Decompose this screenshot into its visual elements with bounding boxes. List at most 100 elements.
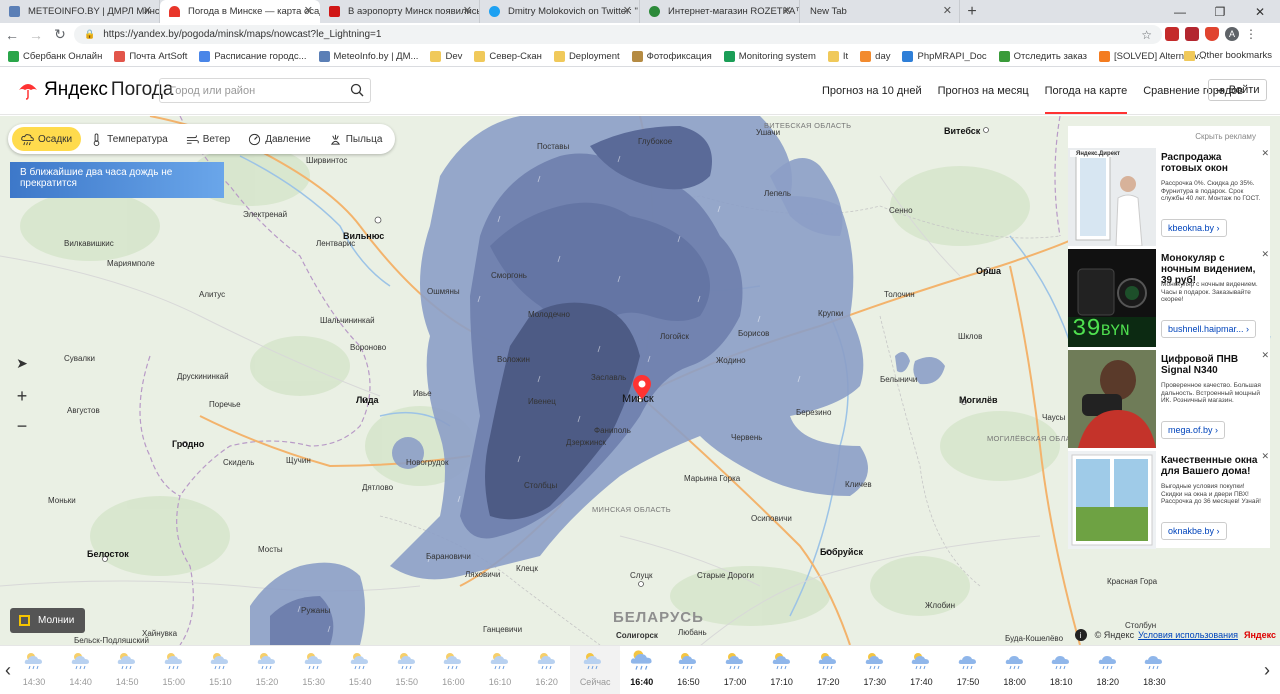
minimize-icon[interactable]: — [1160, 0, 1200, 23]
layer-temperature[interactable]: Температура [81, 127, 177, 151]
ad-link[interactable]: kbeokna.by › [1161, 219, 1227, 237]
timeline-step[interactable]: 17:00 [712, 646, 758, 694]
timeline-step[interactable]: 14:50 [104, 646, 150, 694]
timeline-step[interactable]: 18:20 [1085, 646, 1131, 694]
close-tab-icon[interactable]: ✕ [143, 4, 152, 17]
timeline-step[interactable]: 17:40 [898, 646, 944, 694]
ad-link[interactable]: oknakbe.by › [1161, 522, 1227, 540]
close-tab-icon[interactable]: ✕ [463, 4, 472, 17]
timeline-step[interactable]: 15:30 [291, 646, 337, 694]
bookmark-item[interactable]: Почта ArtSoft [114, 50, 187, 62]
shield-icon[interactable] [1205, 27, 1219, 41]
location-pin-icon[interactable] [633, 375, 651, 399]
timeline-step-now[interactable]: Сейчас [570, 646, 621, 694]
map-label: Березино [796, 408, 832, 417]
ad-link[interactable]: mega.of.by › [1161, 421, 1226, 439]
close-icon[interactable]: ✕ [1261, 451, 1269, 462]
timeline-next-arrow-icon[interactable]: › [1264, 660, 1270, 681]
nav-weather-map[interactable]: Погода на карте [1044, 85, 1127, 114]
lightning-toggle[interactable]: Молнии [10, 608, 85, 633]
bookmark-item[interactable]: Отследить заказ [998, 50, 1087, 62]
forward-arrow-icon[interactable]: → [24, 27, 48, 43]
bookmark-item[interactable]: Deployment [553, 50, 620, 62]
close-tab-icon[interactable]: ✕ [783, 4, 792, 17]
layer-pressure[interactable]: Давление [239, 127, 319, 151]
menu-kebab-icon[interactable]: ⋮ [1245, 27, 1257, 41]
info-icon[interactable]: i [1074, 629, 1087, 641]
timeline-step[interactable]: 14:30 [11, 646, 57, 694]
timeline-step[interactable]: 15:40 [337, 646, 383, 694]
extension-icon[interactable] [1185, 27, 1199, 41]
close-icon[interactable]: ✕ [1261, 148, 1269, 159]
timeline-step[interactable]: 17:50 [945, 646, 991, 694]
profile-avatar[interactable]: A [1225, 27, 1239, 41]
ad-item[interactable]: 39BYN Монокуляр с ночным видением, 39 ру… [1068, 249, 1270, 347]
timeline-step[interactable]: 18:00 [992, 646, 1038, 694]
timeline-step[interactable]: 17:10 [759, 646, 805, 694]
layer-pollen[interactable]: Пыльца [320, 127, 392, 151]
timeline-step[interactable]: 15:00 [151, 646, 197, 694]
bookmark-item[interactable]: day [860, 50, 890, 62]
ad-item[interactable]: Качественные окна для Вашего дома! Выгод… [1068, 451, 1270, 549]
hide-ads-link[interactable]: Скрыть рекламу [1195, 132, 1256, 141]
close-tab-icon[interactable]: ✕ [304, 4, 313, 17]
timeline-step-selected[interactable]: 16:40 [619, 646, 665, 694]
map-label: Вороново [350, 343, 387, 352]
timeline-step[interactable]: 16:00 [430, 646, 476, 694]
bookmark-item[interactable]: It [827, 50, 848, 62]
extension-icon[interactable] [1165, 27, 1179, 41]
login-button[interactable]: ⇥ Войти [1208, 79, 1267, 101]
browser-tab[interactable]: New Tab ✕ [800, 0, 960, 23]
layer-precipitation[interactable]: Осадки [12, 127, 82, 151]
timeline-step[interactable]: 16:50 [665, 646, 711, 694]
timeline-step[interactable]: 16:10 [477, 646, 523, 694]
bookmark-item[interactable]: Monitoring system [723, 50, 816, 62]
close-tab-icon[interactable]: ✕ [623, 4, 632, 17]
bookmark-item[interactable]: PhpMRAPI_Doc [902, 50, 987, 62]
ad-item[interactable]: Цифровой ПНВ Signal N340 Проверенное кач… [1068, 350, 1270, 448]
ad-link[interactable]: bushnell.haipmar... › [1161, 320, 1257, 338]
bookmark-item[interactable]: Dev [430, 50, 462, 62]
timeline-step[interactable]: 14:40 [58, 646, 104, 694]
close-window-icon[interactable]: ✕ [1240, 0, 1280, 23]
terms-link[interactable]: Условия использования [1138, 630, 1238, 640]
address-bar[interactable]: 🔒 https://yandex.by/pogoda/minsk/maps/no… [74, 25, 1162, 44]
timeline-step[interactable]: 15:10 [197, 646, 243, 694]
timeline-step[interactable]: 15:20 [244, 646, 290, 694]
browser-tab[interactable]: Интернет-магазин ROZETKA™: с✕ [640, 0, 800, 23]
new-tab-button[interactable]: + [960, 0, 984, 23]
zoom-in-button[interactable]: + [8, 382, 36, 410]
layer-wind[interactable]: Ветер [177, 127, 240, 151]
bookmark-item[interactable]: Сбербанк Онлайн [8, 50, 102, 62]
bookmark-item[interactable]: Расписание городс... [199, 50, 307, 62]
search-input[interactable]: Город или район [159, 78, 371, 103]
timeline-step[interactable]: 17:20 [805, 646, 851, 694]
close-icon[interactable]: ✕ [1261, 350, 1269, 361]
reload-icon[interactable]: ↻ [48, 26, 72, 43]
browser-tab[interactable]: METEOINFO.BY | ДМРЛ Минск-2 ✕ [0, 0, 160, 23]
timeline-step[interactable]: 18:10 [1038, 646, 1084, 694]
other-bookmarks-folder[interactable]: Other bookmarks [1184, 50, 1272, 61]
geolocate-button[interactable]: ➤ [8, 349, 36, 377]
browser-tab-active[interactable]: Погода в Минске — карта осадков✕ [160, 0, 320, 23]
nav-forecast-10-days[interactable]: Прогноз на 10 дней [822, 85, 922, 97]
bookmark-item[interactable]: Север-Скан [474, 50, 542, 62]
zoom-out-button[interactable]: − [8, 412, 36, 440]
timeline-step[interactable]: 18:30 [1131, 646, 1177, 694]
bookmark-star-icon[interactable]: ☆ [1141, 28, 1152, 42]
close-icon[interactable]: ✕ [1261, 249, 1269, 260]
browser-tab[interactable]: В аэропорту Минск появились ✕ [320, 0, 480, 23]
close-tab-icon[interactable]: ✕ [943, 4, 952, 17]
timeline-step[interactable]: 16:20 [524, 646, 570, 694]
timeline-step[interactable]: 17:30 [852, 646, 898, 694]
ad-item[interactable]: Яндекс.Директ Распродажа готовых окон Ра… [1068, 148, 1270, 246]
logo[interactable]: Яндекс Погода [18, 79, 173, 101]
browser-tab[interactable]: Dmitry Molokovich on Twitter: " ✕ [480, 0, 640, 23]
bookmark-item[interactable]: Фотофиксация [631, 50, 712, 62]
nav-forecast-month[interactable]: Прогноз на месяц [938, 85, 1029, 97]
search-icon[interactable] [350, 83, 364, 97]
maximize-icon[interactable]: ❐ [1200, 0, 1240, 23]
back-arrow-icon[interactable]: ← [0, 27, 24, 43]
bookmark-item[interactable]: MeteoInfo.by | ДМ... [318, 50, 418, 62]
timeline-step[interactable]: 15:50 [384, 646, 430, 694]
